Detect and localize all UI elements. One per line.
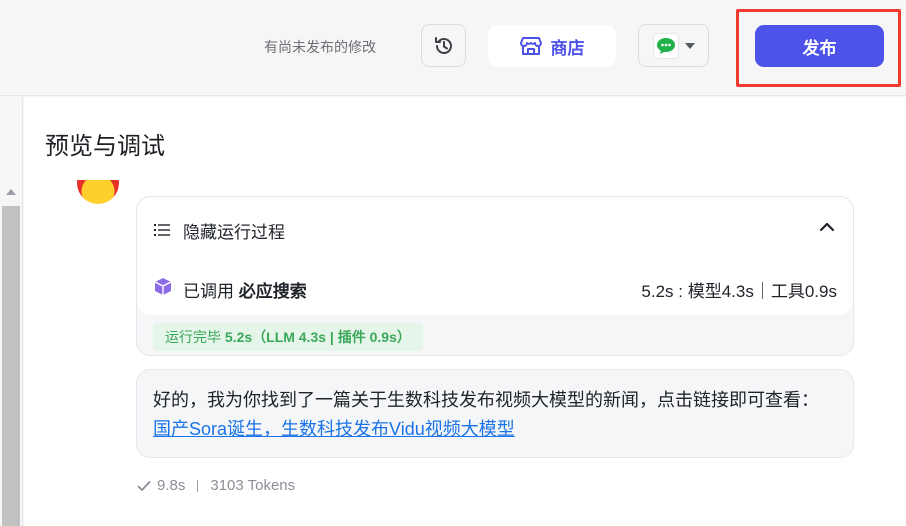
scroll-up-arrow-icon[interactable]	[6, 189, 16, 195]
unpublished-changes-text: 有尚未发布的修改	[264, 39, 376, 55]
run-complete-detail: 5.2s（LLM 4.3s | 插件 0.9s）	[224, 329, 411, 345]
chevron-up-icon[interactable]	[819, 222, 835, 232]
tool-called-prefix: 已调用	[183, 282, 239, 301]
chevron-down-icon	[684, 42, 695, 49]
publish-button[interactable]: 发布	[755, 25, 884, 67]
run-process-details: 隐藏运行过程 已调用 必应搜索 5.2s : 模型4.3s｜工具0.9s	[137, 197, 853, 315]
run-process-card: 隐藏运行过程 已调用 必应搜索 5.2s : 模型4.3s｜工具0.9s 运行完…	[136, 196, 854, 356]
run-complete-badge: 运行完毕 5.2s（LLM 4.3s | 插件 0.9s）	[153, 323, 423, 351]
answer-text: 好的，我为你找到了一篇关于生数科技发布视频大模型的新闻，点击链接即可查看：	[153, 390, 819, 410]
history-button[interactable]	[421, 24, 466, 67]
hide-process-toggle[interactable]: 隐藏运行过程	[183, 218, 285, 243]
wechat-channel-dropdown[interactable]	[638, 24, 709, 67]
store-button[interactable]: 商店	[488, 25, 616, 67]
list-icon	[154, 224, 170, 236]
tool-name: 必应搜索	[238, 282, 307, 301]
scrollbar-thumb[interactable]	[2, 206, 20, 526]
news-link[interactable]: 国产Sora诞生，生数科技发布Vidu视频大模型	[153, 419, 515, 439]
bot-avatar	[77, 180, 119, 204]
store-label: 商店	[550, 38, 585, 58]
token-count: 3103 Tokens	[210, 477, 296, 494]
tool-called-text: 已调用 必应搜索	[183, 277, 307, 302]
response-duration: 9.8s	[157, 477, 186, 494]
bot-name-cropped	[148, 180, 248, 185]
cube-icon	[154, 278, 172, 295]
message-meta: 9.8s 3103 Tokens	[137, 477, 295, 494]
meta-separator	[197, 479, 199, 492]
wechat-icon-box	[652, 32, 679, 59]
panel-title: 预览与调试	[45, 133, 165, 160]
store-icon	[519, 37, 542, 55]
check-icon	[137, 480, 151, 491]
wechat-icon	[656, 37, 675, 54]
run-complete-prefix: 运行完毕	[165, 329, 225, 345]
bot-answer-bubble: 好的，我为你找到了一篇关于生数科技发布视频大模型的新闻，点击链接即可查看： 国产S…	[136, 369, 854, 458]
top-bar: 有尚未发布的修改 商店 发布	[0, 0, 906, 96]
timing-breakdown: 5.2s : 模型4.3s｜工具0.9s	[641, 282, 837, 301]
history-icon	[434, 36, 452, 54]
